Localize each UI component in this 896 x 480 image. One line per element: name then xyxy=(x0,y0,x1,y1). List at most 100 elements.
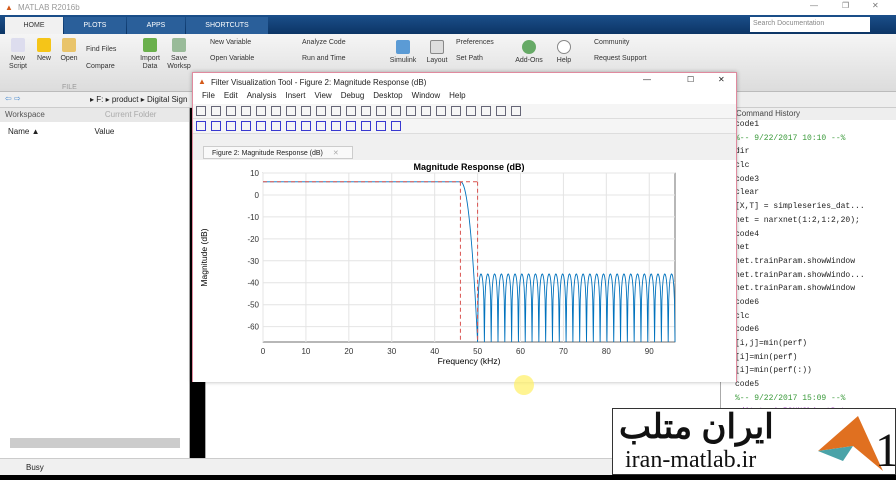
menu-analysis[interactable]: Analysis xyxy=(247,91,277,100)
toolbar-button-icon[interactable] xyxy=(346,121,356,131)
history-entry[interactable]: clear xyxy=(721,188,896,202)
tab-apps[interactable]: APPS xyxy=(127,17,185,34)
analyze-code-button[interactable]: Analyze Code xyxy=(302,39,346,47)
toolbar-button-icon[interactable] xyxy=(436,106,446,116)
history-entry[interactable]: dir xyxy=(721,147,896,161)
history-entry[interactable]: [i]=min(perf) xyxy=(721,353,896,367)
history-entry[interactable]: code5 xyxy=(721,380,896,394)
history-entry[interactable]: [i]=min(perf(:)) xyxy=(721,366,896,380)
toolbar-button-icon[interactable] xyxy=(196,106,206,116)
history-entry[interactable]: code4 xyxy=(721,230,896,244)
menu-help[interactable]: Help xyxy=(449,91,465,100)
history-entry[interactable]: net.trainParam.showWindow xyxy=(721,284,896,298)
compare-button[interactable]: Compare xyxy=(86,63,115,71)
request-support-button[interactable]: Request Support xyxy=(594,55,647,63)
preferences-button[interactable]: Preferences xyxy=(456,39,494,47)
set-path-button[interactable]: Set Path xyxy=(456,55,483,63)
toolbar-button-icon[interactable] xyxy=(211,121,221,131)
find-files-button[interactable]: Find Files xyxy=(86,46,116,54)
menu-desktop[interactable]: Desktop xyxy=(373,91,402,100)
toolbar-button-icon[interactable] xyxy=(391,121,401,131)
toolbar-button-icon[interactable] xyxy=(331,106,341,116)
toolbar-button-icon[interactable] xyxy=(451,106,461,116)
toolbar-button-icon[interactable] xyxy=(511,106,521,116)
layout-button[interactable]: Layout xyxy=(422,40,452,65)
help-button[interactable]: Help xyxy=(554,40,574,65)
menu-insert[interactable]: Insert xyxy=(285,91,305,100)
history-entry[interactable]: %-- 9/22/2017 15:09 --% xyxy=(721,394,896,408)
history-entry[interactable]: net = narxnet(1:2,1:2,20); xyxy=(721,216,896,230)
path-segment[interactable]: product xyxy=(112,95,139,104)
toolbar-button-icon[interactable] xyxy=(256,121,266,131)
run-and-time-button[interactable]: Run and Time xyxy=(302,55,346,63)
toolbar-button-icon[interactable] xyxy=(361,106,371,116)
menu-window[interactable]: Window xyxy=(412,91,440,100)
tab-figure-2[interactable]: Figure 2: Magnitude Response (dB) ✕ xyxy=(203,146,353,159)
menu-debug[interactable]: Debug xyxy=(341,91,365,100)
path-segment[interactable]: F: xyxy=(96,95,103,104)
history-entry[interactable]: net xyxy=(721,243,896,257)
menu-view[interactable]: View xyxy=(315,91,332,100)
toolbar-button-icon[interactable] xyxy=(256,106,266,116)
toolbar-button-icon[interactable] xyxy=(496,106,506,116)
tab-home[interactable]: HOME xyxy=(5,17,63,34)
toolbar-button-icon[interactable] xyxy=(241,121,251,131)
community-button[interactable]: Community xyxy=(594,39,629,47)
open-variable-button[interactable]: Open Variable xyxy=(210,55,254,63)
history-entry[interactable]: clc xyxy=(721,312,896,326)
maximize-button[interactable]: ❐ xyxy=(842,1,849,10)
close-button[interactable]: ✕ xyxy=(872,1,879,10)
toolbar-button-icon[interactable] xyxy=(331,121,341,131)
maximize-button[interactable]: ☐ xyxy=(687,75,694,84)
history-entry[interactable]: clc xyxy=(721,161,896,175)
toolbar-button-icon[interactable] xyxy=(241,106,251,116)
toolbar-button-icon[interactable] xyxy=(271,106,281,116)
toolbar-button-icon[interactable] xyxy=(376,106,386,116)
toolbar-button-icon[interactable] xyxy=(391,106,401,116)
toolbar-button-icon[interactable] xyxy=(316,106,326,116)
search-documentation-input[interactable]: Search Documentation xyxy=(750,17,870,32)
save-workspace-button[interactable]: Save Worksp xyxy=(166,38,192,71)
toolbar-button-icon[interactable] xyxy=(286,121,296,131)
magnitude-response-chart[interactable]: 0 10 20 30 40 50 60 70 80 90100-10-20-30-40-50-60… xyxy=(193,160,736,382)
toolbar-button-icon[interactable] xyxy=(211,106,221,116)
toolbar-button-icon[interactable] xyxy=(421,106,431,116)
toolbar-button-icon[interactable] xyxy=(466,106,476,116)
current-folder-tab[interactable]: Current Folder xyxy=(105,110,157,119)
menu-edit[interactable]: Edit xyxy=(224,91,238,100)
path-segment[interactable]: Digital Sign xyxy=(147,95,187,104)
history-entry[interactable]: code6 xyxy=(721,325,896,339)
open-button[interactable]: Open xyxy=(58,38,80,63)
toolbar-button-icon[interactable] xyxy=(301,121,311,131)
tab-shortcuts[interactable]: SHORTCUTS xyxy=(186,17,268,34)
new-variable-button[interactable]: New Variable xyxy=(210,39,251,47)
new-script-button[interactable]: New Script xyxy=(6,38,30,71)
simulink-button[interactable]: Simulink xyxy=(388,40,418,65)
new-button[interactable]: New xyxy=(34,38,54,63)
history-entry[interactable]: %-- 9/22/2017 10:10 --% xyxy=(721,134,896,148)
toolbar-button-icon[interactable] xyxy=(346,106,356,116)
menu-file[interactable]: File xyxy=(202,91,215,100)
horizontal-scrollbar[interactable] xyxy=(10,438,180,448)
minimize-button[interactable]: — xyxy=(810,1,818,10)
back-forward-icon[interactable]: ⇦ ⇨ xyxy=(5,94,21,103)
column-name[interactable]: Name ▲ xyxy=(8,127,39,136)
history-entry[interactable]: [X,T] = simpleseries_dat... xyxy=(721,202,896,216)
import-data-button[interactable]: Import Data xyxy=(138,38,162,71)
toolbar-button-icon[interactable] xyxy=(316,121,326,131)
history-entry[interactable]: code1 xyxy=(721,120,896,134)
history-entry[interactable]: net.trainParam.showWindo... xyxy=(721,271,896,285)
toolbar-button-icon[interactable] xyxy=(301,106,311,116)
close-tab-icon[interactable]: ✕ xyxy=(333,150,339,157)
toolbar-button-icon[interactable] xyxy=(226,106,236,116)
addons-button[interactable]: Add-Ons xyxy=(512,40,546,65)
minimize-button[interactable]: — xyxy=(643,75,651,84)
tab-plots[interactable]: PLOTS xyxy=(64,17,126,34)
toolbar-button-icon[interactable] xyxy=(406,106,416,116)
toolbar-button-icon[interactable] xyxy=(196,121,206,131)
history-entry[interactable]: code6 xyxy=(721,298,896,312)
history-entry[interactable]: net.trainParam.showWindow xyxy=(721,257,896,271)
toolbar-button-icon[interactable] xyxy=(226,121,236,131)
history-entry[interactable]: [i,j]=min(perf) xyxy=(721,339,896,353)
toolbar-button-icon[interactable] xyxy=(286,106,296,116)
